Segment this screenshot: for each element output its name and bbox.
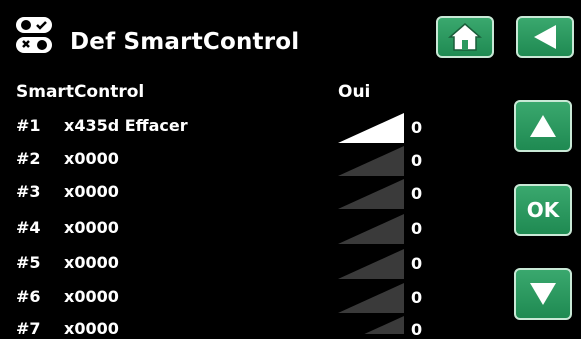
row-value: 0 <box>411 288 423 307</box>
toggle-switches-icon <box>14 15 62 55</box>
row-name: x0000 <box>64 253 119 272</box>
row-number: #3 <box>16 182 41 201</box>
back-arrow-icon <box>534 25 556 49</box>
row-name: x0000 <box>64 287 119 306</box>
row-value: 0 <box>411 219 423 238</box>
up-arrow-icon <box>530 115 556 137</box>
page-title: Def SmartControl <box>70 29 300 55</box>
level-ramp[interactable] <box>338 146 404 176</box>
row-name: x0000 <box>64 182 119 201</box>
row-value: 0 <box>411 254 423 273</box>
row-name: x0000 <box>64 149 119 168</box>
row-value: 0 <box>411 320 423 339</box>
row-value: 0 <box>411 151 423 170</box>
row-number: #2 <box>16 149 41 168</box>
level-ramp[interactable] <box>338 214 404 244</box>
column-header-name: SmartControl <box>16 82 145 102</box>
level-ramp[interactable] <box>338 316 404 334</box>
scroll-down-button[interactable] <box>514 268 572 320</box>
row-number: #6 <box>16 287 41 306</box>
level-ramp[interactable] <box>338 249 404 279</box>
row-number: #4 <box>16 218 41 237</box>
row-name: x0000 <box>64 319 119 338</box>
row-number: #5 <box>16 253 41 272</box>
column-header-state: Oui <box>338 82 371 102</box>
down-arrow-icon <box>530 283 556 305</box>
row-value: 0 <box>411 184 423 203</box>
home-button[interactable] <box>436 16 494 58</box>
row-name: x435d Effacer <box>64 116 188 135</box>
level-ramp[interactable] <box>338 113 404 143</box>
row-value: 0 <box>411 118 423 137</box>
row-number: #1 <box>16 116 41 135</box>
row-number: #7 <box>16 319 41 338</box>
ok-button[interactable]: OK <box>514 184 572 236</box>
row-name: x0000 <box>64 218 119 237</box>
back-button[interactable] <box>516 16 574 58</box>
level-ramp[interactable] <box>338 179 404 209</box>
level-ramp[interactable] <box>338 283 404 313</box>
scroll-up-button[interactable] <box>514 100 572 152</box>
home-icon <box>448 23 482 51</box>
